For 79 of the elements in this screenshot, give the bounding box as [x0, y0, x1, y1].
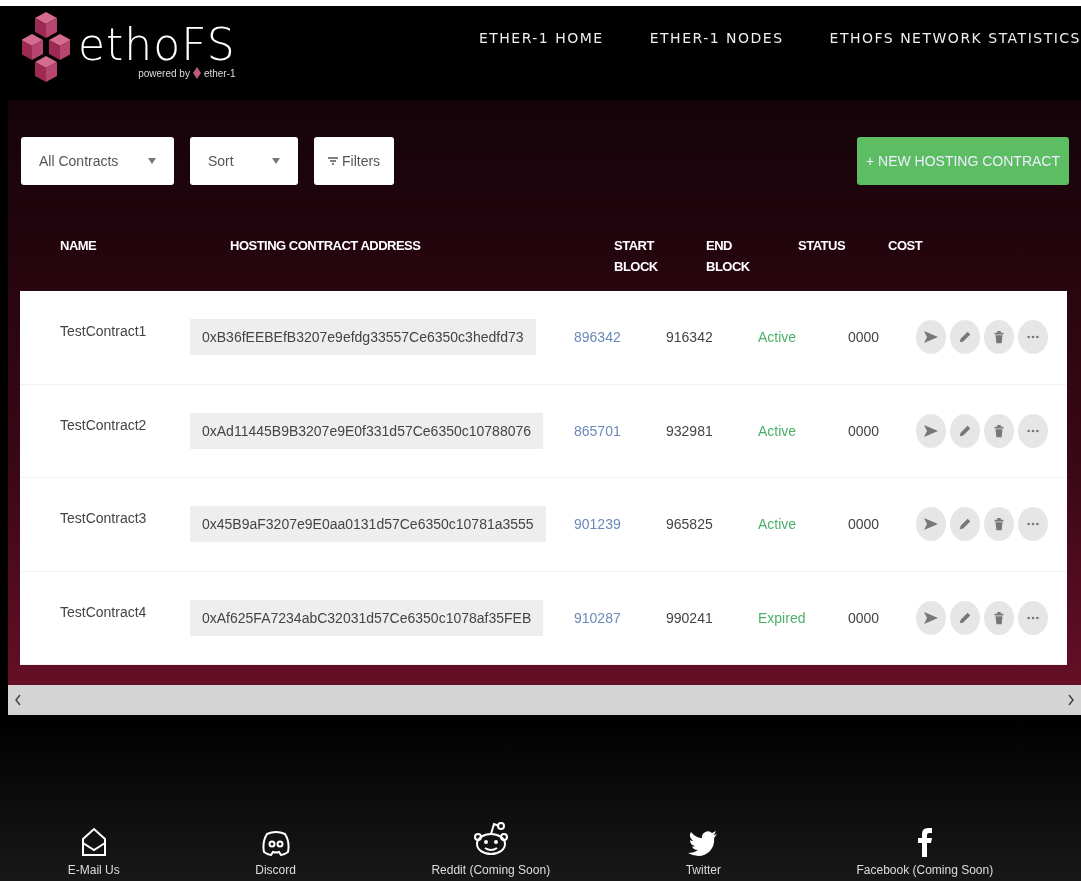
address-field: 0xAf625FA7234abC32031d57Ce6350c1078af35FEB [190, 599, 544, 636]
trash-icon [992, 609, 1006, 626]
contract-name: TestContract2 [60, 416, 148, 433]
delete-button[interactable] [984, 320, 1014, 355]
cost-text: 0000 [848, 422, 880, 439]
facebook-icon [917, 827, 932, 857]
send-icon [923, 516, 939, 533]
send-button[interactable] [916, 320, 946, 355]
footer-link[interactable]: E-Mail Us [67, 863, 120, 877]
address-field: 0x45B9aF3207e9E0aa0131d57Ce6350c10781a3555 [190, 506, 546, 543]
send-icon [923, 609, 939, 626]
column-header: END BLOCK [706, 237, 751, 276]
contract-filter-dropdown[interactable]: All Contracts [21, 137, 174, 185]
end-block-text: 990241 [666, 609, 713, 626]
column-header: STATUS [798, 237, 847, 255]
column-header: HOSTING CONTRACT ADDRESS [230, 237, 422, 255]
status-text: Active [758, 422, 797, 439]
delete-button[interactable] [984, 600, 1014, 635]
bird-icon [688, 831, 719, 857]
status-text: Active [758, 516, 797, 533]
contract-name: TestContract3 [60, 510, 148, 527]
contract-name: TestContract1 [60, 323, 148, 340]
contract-name: TestContract4 [60, 603, 148, 620]
cost-text: 0000 [848, 516, 880, 533]
column-header: START BLOCK [614, 237, 659, 276]
start-block-link[interactable]: 896342 [574, 329, 621, 346]
nav-link[interactable]: ETHOFS NETWORK STATISTICS [829, 30, 1081, 46]
end-block-text: 916342 [666, 329, 713, 346]
trash-icon [992, 516, 1006, 533]
pencil-icon [958, 423, 972, 438]
edit-button[interactable] [950, 413, 980, 448]
scroll-left-icon[interactable] [14, 694, 22, 706]
filter-icon [328, 157, 338, 165]
cost-text: 0000 [848, 609, 880, 626]
filters-button[interactable]: Filters [314, 137, 395, 185]
nav-link[interactable]: ETHER-1 NODES [649, 30, 784, 46]
address-field: 0xB36fEEBEfB3207e9efdg33557Ce6350c3hedfd73 [190, 319, 536, 356]
nav-link[interactable]: ETHER-1 HOME [478, 30, 604, 46]
start-block-link[interactable]: 901239 [574, 516, 621, 533]
status-text: Active [758, 329, 797, 346]
caret-icon [272, 158, 280, 164]
start-block-link[interactable]: 865701 [574, 422, 621, 439]
send-button[interactable] [916, 600, 946, 635]
address-field: 0xAd11445B9B3207e9E0f331d57Ce6350c10788076 [190, 412, 544, 449]
send-icon [923, 422, 939, 439]
pencil-icon [958, 517, 972, 532]
envelope-icon [80, 827, 107, 857]
send-button[interactable] [916, 413, 946, 448]
pencil-icon [958, 330, 972, 345]
horizontal-scrollbar[interactable] [8, 685, 1081, 715]
edit-button[interactable] [950, 600, 980, 635]
tagline-brand: ether-1 [203, 67, 236, 79]
sort-dropdown[interactable]: Sort [190, 137, 298, 185]
footer-link[interactable]: Reddit (Coming Soon) [431, 863, 551, 877]
tagline: powered by [138, 67, 190, 79]
delete-button[interactable] [984, 413, 1014, 448]
diamond-icon [192, 67, 201, 79]
edit-button[interactable] [950, 320, 980, 355]
start-block-link[interactable]: 910287 [574, 609, 621, 626]
send-button[interactable] [916, 507, 946, 542]
column-header: COST [888, 237, 924, 255]
footer-link[interactable]: Twitter [685, 863, 721, 877]
cost-text: 0000 [848, 329, 880, 346]
caret-icon [148, 158, 156, 164]
end-block-text: 932981 [666, 422, 713, 439]
footer-link[interactable]: Facebook (Coming Soon) [856, 863, 994, 877]
trash-icon [992, 329, 1006, 346]
trash-icon [992, 422, 1006, 439]
delete-button[interactable] [984, 507, 1014, 542]
status-text: Expired [758, 609, 806, 626]
footer-link[interactable]: Discord [255, 863, 296, 877]
discord-icon [260, 829, 291, 857]
column-header: NAME [60, 237, 98, 255]
end-block-text: 965825 [666, 516, 713, 533]
pencil-icon [958, 610, 972, 625]
send-icon [923, 329, 939, 346]
edit-button[interactable] [950, 507, 980, 542]
logo-title: ethoFS [78, 23, 236, 67]
scroll-right-icon[interactable] [1067, 694, 1075, 706]
